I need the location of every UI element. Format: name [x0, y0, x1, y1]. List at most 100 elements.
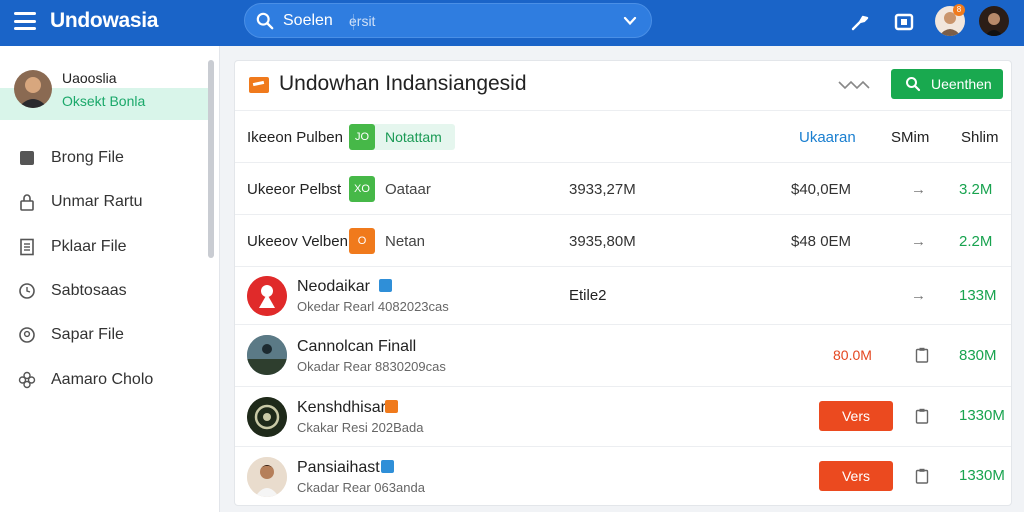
row-name: Ukeeov Velben [247, 233, 348, 250]
row-avatar [247, 457, 287, 497]
header-col-4: SMim [891, 129, 930, 146]
row-avatar [247, 335, 287, 375]
row-price: $40,0EM [791, 181, 852, 198]
chevron-down-icon[interactable] [623, 14, 637, 28]
row-price: $48 0EM [791, 233, 852, 250]
profile-name: Uaooslia [62, 70, 117, 86]
sidebar-scrollbar[interactable] [208, 60, 214, 258]
sidebar-item-sabtosaas[interactable]: Sabtosaas [0, 273, 208, 309]
search-input[interactable] [349, 10, 569, 32]
app-title: Undowasia [50, 9, 159, 32]
vers-button[interactable]: Vers [819, 401, 893, 431]
header-col-5: Shlim [961, 129, 999, 146]
row-subtitle: Ckadar Rear 063anda [297, 480, 425, 495]
table-row[interactable]: Neodaikar Okedar Rearl 4082023cas Etile2… [235, 267, 1011, 325]
sidebar-item-unmar-rartu[interactable]: Unmar Rartu [0, 184, 208, 220]
row-avatar [247, 397, 287, 437]
row-volume: 3935,80M [569, 233, 636, 250]
table-header: Ikeeon Pulben JO Notattam Ukaaran SMim S… [235, 111, 1011, 163]
row-status: Etile2 [569, 287, 607, 304]
row-total: 2.2M [959, 233, 993, 250]
arrow-right-icon[interactable]: → [911, 181, 926, 198]
row-badge: O [349, 228, 375, 254]
notification-badge: 8 [953, 4, 965, 16]
flag-icon [385, 400, 398, 413]
sidebar-item-pklaar-file[interactable]: Pklaar File [0, 229, 208, 265]
button-label: Ueenthen [931, 76, 992, 92]
table-row[interactable]: Ukeeov Velben O Netan 3935,80M $48 0EM →… [235, 215, 1011, 267]
square-icon[interactable] [893, 11, 915, 33]
row-subtitle: Okedar Rearl 4082023cas [297, 299, 449, 314]
sidebar-item-label: Unmar Rartu [51, 193, 143, 210]
row-name: Ukeeor Pelbst [247, 181, 342, 198]
row-title: Neodaikar [297, 278, 370, 295]
main-card: Undowhan Indansiangesid Ueenthen Ikeeon … [234, 60, 1012, 506]
search-icon [256, 12, 274, 30]
flag-icon [379, 279, 392, 292]
sidebar-item-label: Sapar File [51, 326, 124, 343]
user-avatar-2[interactable] [979, 6, 1009, 36]
file-icon [20, 151, 34, 165]
row-red-value: 80.0M [833, 347, 872, 363]
flag-icon [381, 460, 394, 473]
row-subtitle: Okadar Rear 8830209cas [297, 359, 446, 374]
table-row[interactable]: Cannolcan Finall Okadar Rear 8830209cas … [235, 325, 1011, 387]
row-subtitle: Ckakar Resi 202Bada [297, 420, 424, 435]
sidebar-item-label: Aamaro Cholo [51, 371, 154, 388]
sidebar-item-label: Sabtosaas [51, 282, 127, 299]
profile-subtitle: Oksekt Bonla [62, 93, 146, 109]
sidebar-item-label: Pklaar File [51, 238, 127, 255]
row-volume: 3933,27M [569, 181, 636, 198]
tag-square: JO [349, 124, 375, 150]
search-label: Soelen [283, 12, 333, 29]
header-col-link[interactable]: Ukaaran [799, 129, 856, 146]
sidebar-item-label: Brong File [51, 149, 124, 166]
sidebar-profile[interactable]: Uaooslia Oksekt Bonla [0, 66, 208, 120]
sidebar-item-sapar-file[interactable]: Sapar File [0, 317, 208, 353]
pencil-icon [249, 77, 269, 93]
row-title: Cannolcan Finall [297, 338, 417, 355]
vers-button[interactable]: Vers [819, 461, 893, 491]
row-title: Kenshdhisar [297, 399, 386, 416]
search-icon [906, 77, 921, 92]
row-total: 133M [959, 287, 997, 304]
wrench-icon[interactable] [848, 11, 870, 33]
row-type: Oataar [385, 181, 431, 198]
profile-avatar [14, 70, 52, 108]
row-total: 830M [959, 347, 997, 364]
page-title: Undowhan Indansiangesid [279, 72, 527, 95]
row-avatar [247, 276, 287, 316]
flower-icon [18, 371, 36, 389]
hamburger-menu-icon[interactable] [14, 12, 36, 30]
lock-icon [20, 194, 34, 211]
header-tag[interactable]: JO Notattam [349, 124, 455, 150]
search-action-button[interactable]: Ueenthen [891, 69, 1003, 99]
wave-icon[interactable] [837, 77, 871, 93]
document-icon [20, 238, 34, 256]
top-bar: Undowasia Soelen 8 [0, 0, 1024, 46]
row-type: Netan [385, 233, 426, 250]
row-badge: XO [349, 176, 375, 202]
card-header: Undowhan Indansiangesid Ueenthen [235, 61, 1011, 111]
row-total: 3.2M [959, 181, 993, 198]
table-row[interactable]: Kenshdhisar Ckakar Resi 202Bada Vers 133… [235, 387, 1011, 447]
location-icon [19, 327, 35, 343]
avatar-image [985, 13, 1003, 36]
search-bar[interactable]: Soelen [244, 3, 652, 38]
row-total: 1330M [959, 467, 1005, 484]
clipboard-icon[interactable] [915, 408, 929, 424]
clipboard-icon[interactable] [915, 347, 929, 363]
arrow-right-icon[interactable]: → [911, 233, 926, 250]
clipboard-icon[interactable] [915, 468, 929, 484]
row-title: Pansiaihast [297, 459, 380, 476]
arrow-right-icon[interactable]: → [911, 287, 926, 304]
header-col-name: Ikeeon Pulben [247, 129, 343, 146]
sidebar-item-brong-file[interactable]: Brong File [0, 140, 208, 176]
table-row[interactable]: Ukeeor Pelbst XO Oataar 3933,27M $40,0EM… [235, 163, 1011, 215]
tag-label: Notattam [385, 129, 442, 145]
table-row[interactable]: Pansiaihast Ckadar Rear 063anda Vers 133… [235, 447, 1011, 505]
sidebar: Uaooslia Oksekt Bonla Brong File Unmar R… [0, 46, 220, 512]
clock-icon [19, 283, 35, 299]
row-total: 1330M [959, 407, 1005, 424]
sidebar-item-aamaro-cholo[interactable]: Aamaro Cholo [0, 362, 208, 398]
